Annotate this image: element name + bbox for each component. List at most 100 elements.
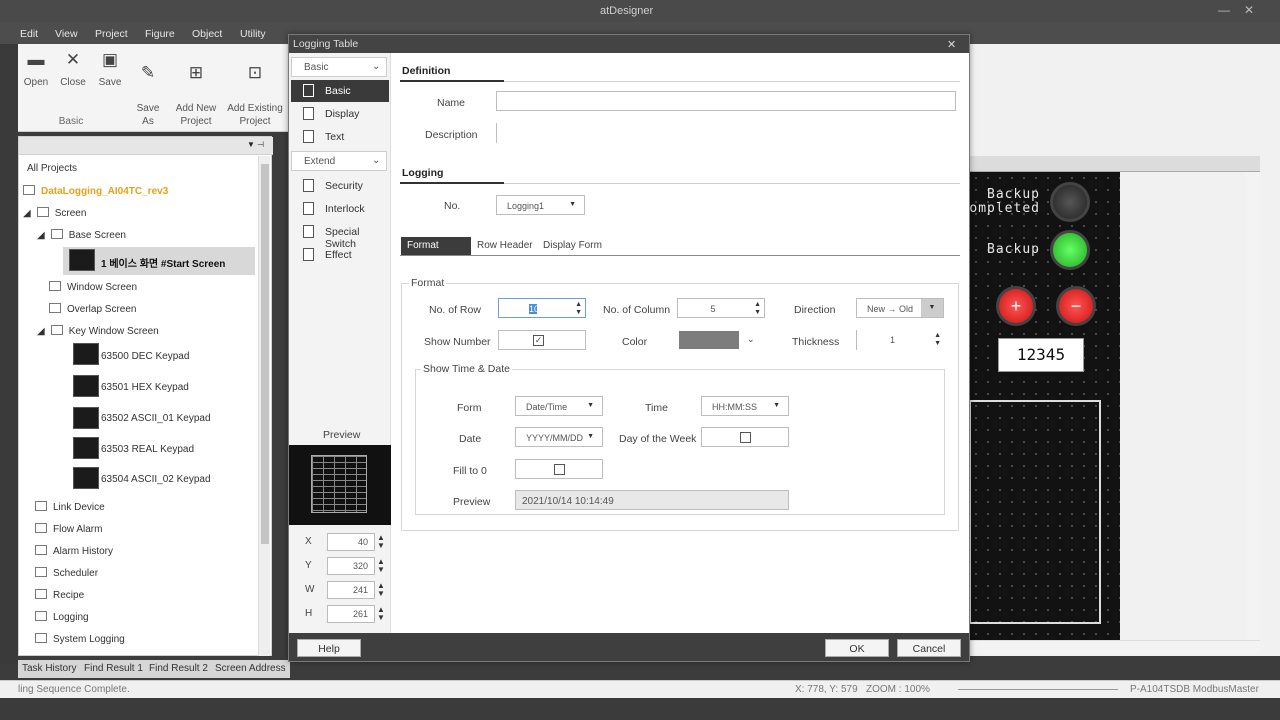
collapse-icon[interactable]: ◢ [23, 208, 31, 219]
menu-figure[interactable]: Figure [145, 28, 175, 40]
tree-item-ascii02-keypad[interactable]: 63504 ASCII_02 Keypad [101, 474, 211, 485]
pos-x-input[interactable]: 40 [327, 533, 375, 551]
nav-item-text[interactable]: Text [291, 126, 389, 148]
cancel-button[interactable]: Cancel [897, 639, 961, 657]
tree-item-link-device[interactable]: Link Device [35, 501, 105, 513]
tree-item-scheduler[interactable]: Scheduler [35, 567, 98, 579]
tree-item-key-window-screen[interactable]: ◢ Key Window Screen [37, 325, 159, 337]
selected-object-outline[interactable] [969, 400, 1101, 624]
pos-w-field: W 241 ▲ ▼ [305, 581, 385, 599]
add-new-project-button[interactable]: ⊞ Add New Project [172, 50, 220, 128]
minimize-button[interactable]: — [1218, 3, 1230, 17]
nav-item-basic[interactable]: Basic [291, 80, 389, 102]
chevron-down-icon: ▼ [587, 402, 594, 409]
dialog-nav: Basic ⌄ Basic Display Text Extend ⌄ Securi… [289, 53, 391, 633]
fill-to-zero-checkbox[interactable] [554, 464, 565, 475]
menu-utility[interactable]: Utility [240, 28, 266, 40]
lamp-on[interactable] [1050, 230, 1090, 270]
tab-find-result-2[interactable]: Find Result 2 [149, 663, 208, 674]
tree-item-real-keypad[interactable]: 63503 REAL Keypad [101, 444, 194, 455]
tab-format[interactable]: Format [401, 237, 471, 255]
canvas-horizontal-scrollbar[interactable] [970, 640, 1260, 654]
screen-canvas[interactable]: Backup completed Backup + − 12345 [961, 172, 1120, 640]
menu-view[interactable]: View [55, 28, 78, 40]
menu-project[interactable]: Project [95, 28, 128, 40]
save-as-button[interactable]: ✎ Save As [130, 50, 166, 128]
numeric-display[interactable]: 12345 [998, 338, 1084, 372]
keyboard-icon [50, 325, 63, 335]
chevron-down-icon[interactable]: ⌄ [747, 334, 755, 345]
tree-item-hex-keypad[interactable]: 63501 HEX Keypad [101, 382, 189, 393]
thickness-spinner[interactable]: 1 ▲ ▼ [856, 330, 944, 350]
columns-spinner[interactable]: 5 ▲ ▼ [677, 298, 765, 318]
plus-button[interactable]: + [996, 286, 1036, 326]
help-button[interactable]: Help [297, 639, 361, 657]
tab-display-form[interactable]: Display Form [537, 237, 608, 255]
date-select[interactable]: YYYY/MM/DD ▼ [515, 427, 603, 447]
day-of-week-checkbox[interactable] [740, 432, 751, 443]
tab-task-history[interactable]: Task History [22, 663, 76, 674]
close-window-button[interactable]: ✕ [1244, 3, 1254, 17]
tab-row-header[interactable]: Row Header [471, 237, 539, 255]
nav-section-basic[interactable]: Basic ⌄ [291, 57, 387, 77]
tree-item-system-logging[interactable]: System Logging [35, 633, 125, 645]
tree-item-flow-alarm[interactable]: Flow Alarm [35, 523, 102, 535]
bottom-tabs: Task History Find Result 1 Find Result 2… [18, 660, 290, 678]
pos-w-input[interactable]: 241 [327, 581, 375, 599]
tree-item-logging[interactable]: Logging [35, 611, 89, 623]
tab-find-result-1[interactable]: Find Result 1 [84, 663, 143, 674]
open-button[interactable]: ▬ Open [20, 50, 52, 89]
menu-object[interactable]: Object [192, 28, 222, 40]
add-existing-project-button[interactable]: ⊡ Add Existing Project [224, 50, 286, 128]
pos-h-input[interactable]: 261 [327, 605, 375, 623]
panel-header: ▼ ⊣ [19, 137, 273, 155]
ok-button[interactable]: OK [825, 639, 889, 657]
nav-item-security[interactable]: Security [291, 175, 389, 197]
tree-item-screen[interactable]: ◢ Screen [23, 207, 86, 219]
tree-item-overlap-screen[interactable]: Overlap Screen [49, 303, 136, 315]
lamp-off[interactable] [1050, 182, 1090, 222]
zoom-slider[interactable] [958, 689, 1118, 690]
minus-button[interactable]: − [1056, 286, 1096, 326]
nav-item-display[interactable]: Display [291, 103, 389, 125]
pos-y-input[interactable]: 320 [327, 557, 375, 575]
time-select[interactable]: HH:MM:SS ▼ [701, 396, 789, 416]
color-swatch[interactable] [679, 331, 739, 349]
rows-spinner[interactable]: 10 ▲ ▼ [498, 298, 586, 318]
direction-select[interactable]: New → Old ▼ [856, 298, 944, 318]
page-icon [303, 130, 314, 143]
nav-item-special-switch[interactable]: Special Switch [291, 221, 389, 250]
show-number-checkbox[interactable]: ✓ [533, 335, 544, 346]
tree-item-window-screen[interactable]: Window Screen [49, 281, 137, 293]
close-button[interactable]: ✕ Close [56, 50, 90, 89]
tab-screen-address[interactable]: Screen Address [215, 663, 286, 674]
collapse-icon[interactable]: ◢ [37, 326, 45, 337]
day-of-week-label: Day of the Week [619, 433, 697, 445]
description-input[interactable] [496, 123, 956, 143]
keypad-thumbnail [73, 437, 99, 459]
nav-section-extend[interactable]: Extend ⌄ [291, 151, 387, 171]
collapse-icon[interactable]: ◢ [37, 230, 45, 241]
tree-item-alarm-history[interactable]: Alarm History [35, 545, 113, 557]
project-node[interactable]: DataLogging_AI04TC_rev3 [23, 185, 168, 197]
pin-icon[interactable]: ▼ ⊣ [247, 140, 264, 149]
save-button[interactable]: ▣ Save [94, 50, 126, 89]
dialog-close-button[interactable]: ✕ [947, 38, 956, 51]
preview-table [311, 455, 367, 513]
tree-item-recipe[interactable]: Recipe [35, 589, 84, 601]
scrollbar-thumb[interactable] [261, 164, 269, 544]
horizontal-ruler [970, 156, 1260, 172]
tree-item-dec-keypad[interactable]: 63500 DEC Keypad [101, 351, 189, 362]
tree-item-start-screen[interactable]: 1 베이스 화면 #Start Screen [63, 247, 255, 275]
logging-no-select[interactable]: Logging1 ▼ [496, 195, 585, 215]
name-input[interactable] [496, 91, 956, 111]
menu-edit[interactable]: Edit [20, 28, 38, 40]
project-tree-scrollbar[interactable] [258, 156, 270, 656]
time-label: Time [645, 402, 668, 414]
tree-item-base-screen[interactable]: ◢ Base Screen [37, 229, 126, 241]
nav-item-effect[interactable]: Effect [291, 244, 389, 266]
canvas-vertical-scrollbar[interactable] [1246, 172, 1260, 640]
form-select[interactable]: Date/Time ▼ [515, 396, 603, 416]
nav-item-interlock[interactable]: Interlock [291, 198, 389, 220]
tree-item-ascii01-keypad[interactable]: 63502 ASCII_01 Keypad [101, 413, 211, 424]
